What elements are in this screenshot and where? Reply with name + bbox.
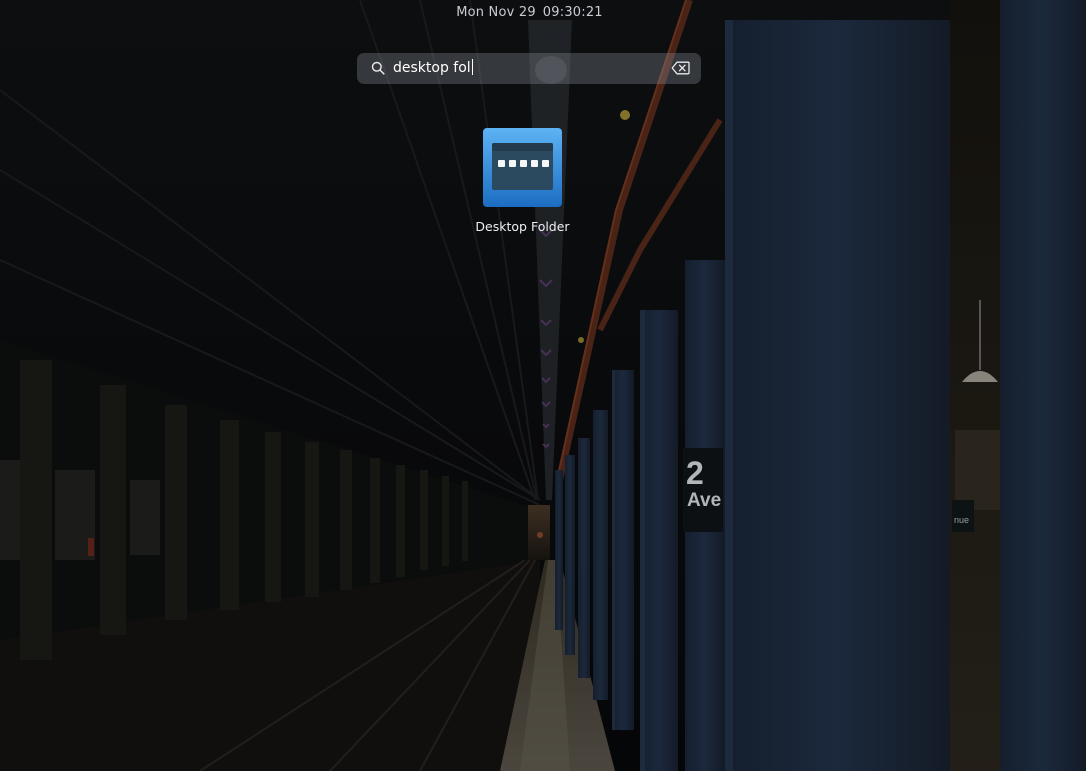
search-query-text: desktop fol bbox=[393, 60, 471, 76]
search-icon bbox=[371, 61, 385, 75]
date-time: Mon Nov 29 09:30:21 bbox=[0, 5, 1059, 20]
wallpaper-subway-station: 2 Ave nue bbox=[0, 0, 1086, 771]
search-input[interactable]: desktop fol bbox=[357, 53, 701, 84]
app-label: Desktop Folder bbox=[475, 219, 570, 234]
time-text: 09:30:21 bbox=[542, 5, 603, 20]
text-caret bbox=[471, 59, 473, 75]
date-text: Mon Nov 29 bbox=[456, 5, 536, 20]
desktop-folder-app-icon bbox=[483, 128, 562, 207]
app-result-desktop-folder[interactable]: Desktop Folder bbox=[462, 128, 583, 234]
launchpad-screen: 2 Ave nue Mon Nov 29 09:30:21 desktop fol bbox=[0, 0, 1086, 771]
clear-search-icon[interactable] bbox=[671, 61, 690, 75]
